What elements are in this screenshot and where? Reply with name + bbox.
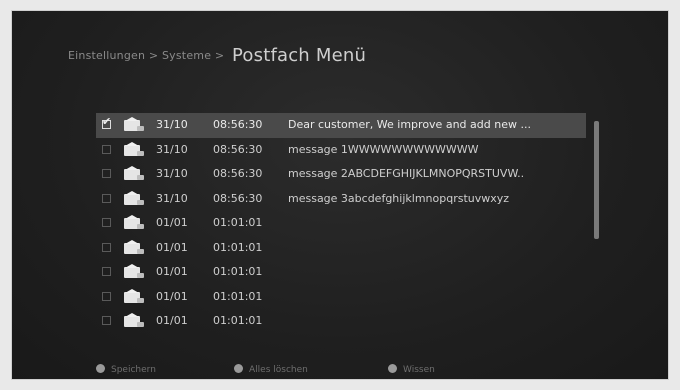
message-date: 31/10 — [156, 191, 188, 205]
checkbox-icon[interactable] — [102, 291, 111, 301]
checkbox-icon[interactable] — [102, 267, 111, 276]
envelope-icon — [124, 190, 144, 206]
message-time: 01:01:01 — [213, 289, 263, 303]
breadcrumb: Einstellungen > Systeme > Postfach Menü — [68, 45, 366, 66]
checkbox-icon[interactable] — [102, 316, 111, 325]
message-text: message 3abcdefghijklmnopqrstuvwxyz — [288, 191, 510, 205]
footer-legend: Speichern Alles löschen Wissen — [96, 364, 496, 378]
checkbox-icon[interactable] — [102, 144, 111, 154]
message-list: 31/10 08:56:30 Dear customer, We improve a… — [96, 113, 586, 334]
message-time: 08:56:30 — [213, 167, 263, 180]
checkbox-icon[interactable] — [102, 169, 111, 178]
checkbox-icon[interactable] — [102, 193, 111, 203]
message-text: Dear customer, We improve and add new ..… — [288, 118, 531, 131]
message-time: 01:01:01 — [213, 240, 263, 254]
message-row[interactable]: 31/10 08:56:30 Dear customer, We improve a… — [96, 113, 586, 138]
message-time: 01:01:01 — [213, 314, 263, 327]
green-key-button[interactable]: Alles löschen — [234, 364, 308, 375]
envelope-icon — [124, 239, 144, 255]
envelope-icon — [124, 313, 144, 328]
message-row[interactable]: 31/10 08:56:30 message 2ABCDEFGHIJKLMNOPQR… — [96, 162, 586, 187]
message-time: 08:56:30 — [213, 142, 263, 156]
message-time: 01:01:01 — [213, 265, 263, 278]
yellow-key-button[interactable]: Wissen — [388, 364, 435, 375]
envelope-icon — [124, 288, 144, 304]
envelope-icon — [124, 117, 144, 132]
checkbox-icon[interactable] — [102, 218, 111, 227]
message-date: 31/10 — [156, 142, 188, 156]
yellow-key-label: Wissen — [403, 365, 435, 375]
message-row[interactable]: 31/10 08:56:30 message 3abcdefghijklmnopqr… — [96, 187, 586, 212]
message-date: 01/01 — [156, 265, 188, 278]
envelope-icon — [124, 264, 144, 279]
checkbox-icon[interactable] — [102, 242, 111, 252]
message-text: message 2ABCDEFGHIJKLMNOPQRSTUVW.. — [288, 167, 525, 180]
mailbox-screen: Einstellungen > Systeme > Postfach Menü … — [11, 10, 669, 380]
message-row[interactable]: 01/01 01:01:01 — [96, 309, 586, 334]
yellow-key-icon — [388, 364, 397, 373]
message-time: 01:01:01 — [213, 216, 263, 229]
message-date: 01/01 — [156, 289, 188, 303]
message-text: message 1WWWWWWWWWWWW — [288, 142, 479, 156]
message-row[interactable]: 01/01 01:01:01 — [96, 260, 586, 285]
message-row[interactable]: 01/01 01:01:01 — [96, 285, 586, 310]
message-row[interactable]: 31/10 08:56:30 message 1WWWWWWWWWWWW — [96, 138, 586, 163]
message-date: 01/01 — [156, 314, 188, 327]
message-row[interactable]: 01/01 01:01:01 — [96, 211, 586, 236]
message-date: 01/01 — [156, 240, 188, 254]
scrollbar[interactable] — [594, 121, 599, 239]
message-time: 08:56:30 — [213, 118, 263, 131]
checkbox-icon[interactable] — [102, 115, 111, 129]
message-time: 08:56:30 — [213, 191, 263, 205]
red-key-icon — [96, 364, 105, 373]
message-date: 31/10 — [156, 118, 188, 131]
green-key-icon — [234, 364, 243, 373]
message-date: 31/10 — [156, 167, 188, 180]
breadcrumb-path: Einstellungen > Systeme > — [68, 49, 225, 62]
page-title: Postfach Menü — [231, 45, 367, 66]
message-date: 01/01 — [156, 216, 188, 229]
envelope-icon — [124, 215, 144, 230]
message-row[interactable]: 01/01 01:01:01 — [96, 236, 586, 261]
red-key-button[interactable]: Speichern — [96, 364, 156, 375]
green-key-label: Alles löschen — [249, 365, 308, 375]
envelope-icon — [124, 141, 144, 157]
red-key-label: Speichern — [111, 365, 156, 375]
envelope-icon — [124, 166, 144, 181]
